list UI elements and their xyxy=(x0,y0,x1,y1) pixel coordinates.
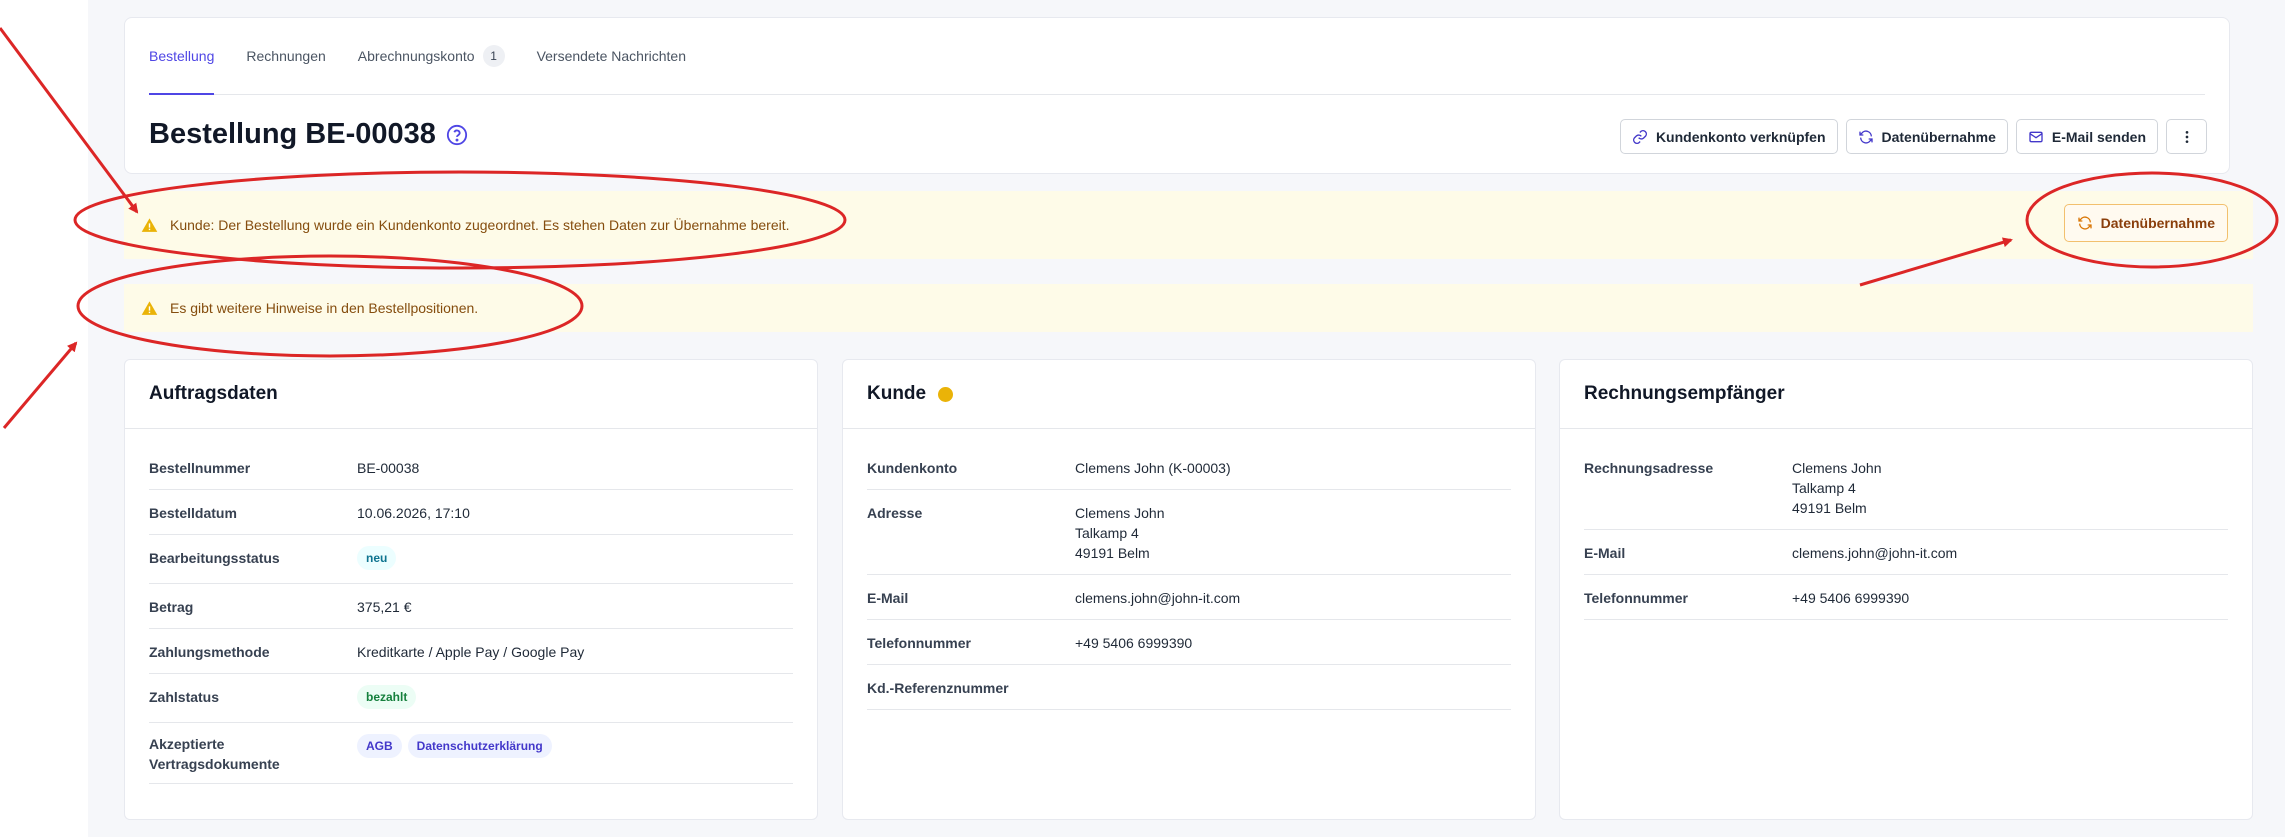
row-label: Zahlstatus xyxy=(149,689,220,705)
refresh-icon xyxy=(2077,216,2092,230)
address-line: Clemens John xyxy=(1075,505,1165,521)
page-title: Bestellung BE-00038 xyxy=(149,118,468,151)
customer-account-row: Kundenkonto Clemens John (K-00003) xyxy=(867,445,1511,490)
document-badge[interactable]: Datenschutzerklärung xyxy=(407,734,552,758)
amount-row: Betrag 375,21 € xyxy=(149,584,793,629)
mail-icon xyxy=(2029,131,2043,142)
tab-label: Rechnungen xyxy=(246,48,326,64)
row-label: Bestelldatum xyxy=(149,505,237,521)
row-label-line: Vertragsdokumente xyxy=(149,756,280,772)
address-line: Talkamp 4 xyxy=(1075,525,1139,541)
row-label: Telefonnummer xyxy=(1584,590,1688,606)
row-value: +49 5406 6999390 xyxy=(1792,590,1910,606)
row-value: 10.06.2026, 17:10 xyxy=(357,505,470,521)
warning-icon xyxy=(141,217,158,234)
address-row: Adresse Clemens John Talkamp 4 49191 Bel… xyxy=(867,490,1511,575)
link-icon xyxy=(1632,129,1647,144)
count-badge: 1 xyxy=(482,45,505,67)
page-title-text: Bestellung BE-00038 xyxy=(149,118,436,150)
row-label: Rechnungsadresse xyxy=(1584,460,1714,476)
row-label: Kd.-Referenznummer xyxy=(867,680,1009,696)
email-row: E-Mail clemens.john@john-it.com xyxy=(1584,530,2228,575)
row-label: Bestellnummer xyxy=(149,460,251,476)
tab-label: Abrechnungskonto xyxy=(357,48,475,64)
row-value: +49 5406 6999390 xyxy=(1075,635,1193,651)
order-header-card: Bestellung Rechnungen Abrechnungskonto 1 … xyxy=(124,17,2230,174)
order-date-row: Bestelldatum 10.06.2026, 17:10 xyxy=(149,490,793,535)
tab-bar: Bestellung Rechnungen Abrechnungskonto 1 … xyxy=(149,18,2205,95)
card-title: Kunde xyxy=(867,383,927,404)
tab-abrechnungskonto[interactable]: Abrechnungskonto 1 xyxy=(358,18,505,94)
payment-status-row: Zahlstatus bezahlt xyxy=(149,674,793,723)
row-label: Bearbeitungsstatus xyxy=(149,550,280,566)
payment-status-badge: bezahlt xyxy=(357,685,417,709)
row-label: Betrag xyxy=(149,599,194,615)
tab-label: Versendete Nachrichten xyxy=(536,48,686,64)
button-label: Datenübernahme xyxy=(1881,128,1996,145)
row-value: clemens.john@john-it.com xyxy=(1792,545,1958,561)
alert-text: Kunde: Der Bestellung wurde ein Kundenko… xyxy=(170,217,790,233)
reference-number-row: Kd.-Referenznummer xyxy=(867,665,1511,710)
address-line: Talkamp 4 xyxy=(1792,480,1856,496)
annotation-arrow xyxy=(2,341,78,429)
alert-data-transfer-button[interactable]: Datenübernahme xyxy=(2063,204,2228,242)
row-label: Zahlungsmethode xyxy=(149,644,270,660)
customer-data-alert: Kunde: Der Bestellung wurde ein Kundenko… xyxy=(124,191,2253,259)
address-line: Clemens John xyxy=(1792,460,1882,476)
phone-row: Telefonnummer +49 5406 6999390 xyxy=(1584,575,2228,620)
row-label: Kundenkonto xyxy=(867,460,958,476)
row-value: 375,21 € xyxy=(357,599,412,615)
row-label: Adresse xyxy=(867,505,923,521)
card-title: Rechnungsempfänger xyxy=(1560,360,2252,429)
warning-icon xyxy=(141,300,158,317)
tab-label: Bestellung xyxy=(149,48,215,64)
document-badge[interactable]: AGB xyxy=(357,734,402,758)
billing-recipient-card: Rechnungsempfänger Rechnungsadresse Clem… xyxy=(1559,359,2253,820)
button-label: E-Mail senden xyxy=(2051,128,2146,145)
more-vertical-icon xyxy=(2185,130,2188,143)
row-value: Clemens John (K-00003) xyxy=(1075,460,1231,476)
button-label: Kundenkonto verknüpfen xyxy=(1655,128,1826,145)
email-row: E-Mail clemens.john@john-it.com xyxy=(867,575,1511,620)
send-email-button[interactable]: E-Mail senden xyxy=(2015,119,2158,154)
data-transfer-button[interactable]: Datenübernahme xyxy=(1845,119,2008,154)
row-value: clemens.john@john-it.com xyxy=(1075,590,1241,606)
payment-method-row: Zahlungsmethode Kreditkarte / Apple Pay … xyxy=(149,629,793,674)
header-actions: Kundenkonto verknüpfen Datenübernahme E-… xyxy=(1619,119,2207,154)
warning-status-dot-icon xyxy=(938,386,954,402)
button-label: Datenübernahme xyxy=(2100,215,2215,231)
row-label: Telefonnummer xyxy=(867,635,971,651)
tab-bestellung[interactable]: Bestellung xyxy=(149,18,215,95)
order-number-row: Bestellnummer BE-00038 xyxy=(149,445,793,490)
alert-text: Es gibt weitere Hinweise in den Bestellp… xyxy=(170,300,479,316)
row-value: BE-00038 xyxy=(357,460,420,476)
documents-row: Akzeptierte Vertragsdokumente AGB Datensc… xyxy=(149,723,793,784)
more-actions-button[interactable] xyxy=(2166,119,2207,154)
billing-address-row: Rechnungsadresse Clemens John Talkamp 4 … xyxy=(1584,445,2228,530)
refresh-icon xyxy=(1858,129,1873,144)
address-line: 49191 Belm xyxy=(1075,545,1150,561)
row-value: Kreditkarte / Apple Pay / Google Pay xyxy=(357,644,585,660)
positions-hint-alert: Es gibt weitere Hinweise in den Bestellp… xyxy=(124,284,2253,332)
row-label: Akzeptierte Vertragsdokumente xyxy=(149,734,357,774)
tab-rechnungen[interactable]: Rechnungen xyxy=(246,18,325,94)
address-line: 49191 Belm xyxy=(1792,500,1867,516)
phone-row: Telefonnummer +49 5406 6999390 xyxy=(867,620,1511,665)
status-badge: neu xyxy=(357,546,397,570)
customer-card: Kunde Kundenkonto Clemens John (K-00003)… xyxy=(842,359,1536,820)
row-label: E-Mail xyxy=(867,590,909,606)
question-circle-icon[interactable] xyxy=(446,124,468,146)
processing-status-row: Bearbeitungsstatus neu xyxy=(149,535,793,584)
order-data-card: Auftragsdaten Bestellnummer BE-00038 Bes… xyxy=(124,359,818,820)
row-label: E-Mail xyxy=(1584,545,1626,561)
card-title: Auftragsdaten xyxy=(125,360,817,429)
card-header: Kunde xyxy=(843,360,1535,429)
row-label-line: Akzeptierte xyxy=(149,736,225,752)
tab-versendete-nachrichten[interactable]: Versendete Nachrichten xyxy=(537,18,686,94)
link-customer-account-button[interactable]: Kundenkonto verknüpfen xyxy=(1619,119,1838,154)
